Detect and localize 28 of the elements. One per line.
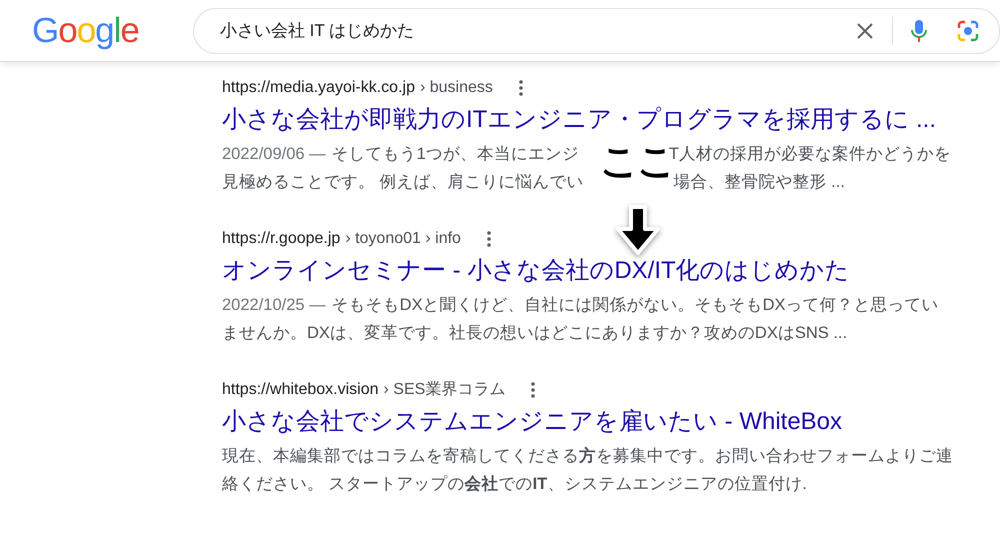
result-title-link[interactable]: 小さな会社でシステムエンジニアを雇いたい - WhiteBox (222, 406, 842, 438)
result-title-link[interactable]: オンラインセミナー - 小さな会社のDX/IT化のはじめかた (222, 255, 850, 287)
snippet-text: そもそもDXと聞くけど、自社には関係がない。そもそもDXって何？と思ってい (332, 294, 939, 316)
more-options-icon[interactable] (518, 80, 523, 96)
result-url[interactable]: https://media.yayoi-kk.co.jp (222, 76, 415, 100)
result-title-link[interactable]: 小さな会社が即戦力のITエンジニア・プログラマを採用するに ... (222, 104, 936, 136)
more-options-icon[interactable] (486, 231, 491, 247)
more-options-icon[interactable] (531, 382, 536, 398)
snippet-text: 場合、整骨院や整形 ... (674, 172, 845, 193)
result-date: 2022/09/06 — (222, 144, 326, 165)
snippet-text: 見極めることです。 例えば、肩こりに悩んでい (222, 172, 584, 193)
result-date: 2022/10/25 — (222, 294, 326, 316)
snippet-text: ませんか。DXは、変革です。社長の想いはどこにありますか？攻めのDXはSNS ... (222, 322, 848, 344)
camera-icon[interactable] (957, 20, 979, 42)
logo[interactable]: Google (32, 13, 168, 48)
breadcrumb: › toyono01 › info (345, 229, 461, 249)
result-url[interactable]: https://whitebox.vision (222, 378, 379, 402)
microphone-icon[interactable] (911, 18, 927, 42)
snippet-text: そしてもう1つが、本当にエンジ (332, 144, 579, 165)
breadcrumb: › business (420, 78, 493, 98)
snippet-text: 現在、本編集部ではコラムを寄稿してくださる方を募集中です。お問い合わせフォームよりご連 (222, 446, 953, 467)
snippet-text: 絡ください。 スタートアップの会社でのIT、システムエンジニアの位置付け. (222, 474, 807, 495)
result-url[interactable]: https://r.goope.jp (222, 227, 340, 251)
search-field[interactable]: 小さい会社 IT はじめかた (192, 8, 1000, 54)
breadcrumb: › SES業界コラム (384, 380, 506, 400)
clear-icon[interactable] (856, 22, 874, 40)
search-query: 小さい会社 IT はじめかた (220, 20, 416, 42)
snippet-text: T人材の採用が必要な案件かどうかを (668, 144, 951, 165)
